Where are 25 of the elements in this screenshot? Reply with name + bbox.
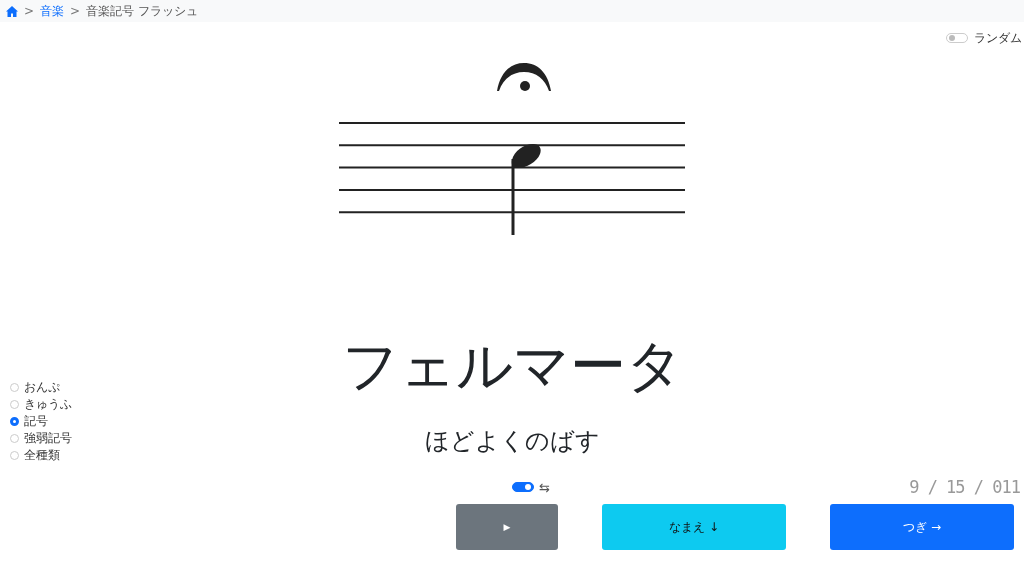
play-button[interactable]: ▶ xyxy=(456,504,558,550)
radio-button[interactable] xyxy=(10,417,19,426)
home-icon[interactable] xyxy=(6,5,18,17)
separator: > xyxy=(70,4,81,18)
breadcrumb-link[interactable]: 音楽 xyxy=(40,2,65,20)
radio-button[interactable] xyxy=(10,451,19,460)
category-option[interactable]: おんぷ xyxy=(10,379,342,396)
next-button[interactable]: つぎ → xyxy=(830,504,1014,550)
category-option[interactable]: 強弱記号 xyxy=(10,430,342,447)
random-label: ランダム xyxy=(974,29,1022,47)
reveal-name-button[interactable]: なまえ ↓ xyxy=(602,504,786,550)
symbol-name: フェルマータ xyxy=(341,332,683,400)
radio-button[interactable] xyxy=(10,383,19,392)
radio-button[interactable] xyxy=(10,400,19,409)
symbol-meaning: ほどよくのばす xyxy=(424,427,600,456)
category-option[interactable]: 全種類 xyxy=(10,447,342,464)
category-option[interactable]: きゅうふ xyxy=(10,396,342,413)
breadcrumb-current: 音楽記号 フラッシュ xyxy=(86,2,198,20)
swap-icon[interactable]: ⇆ xyxy=(539,479,550,495)
category-option[interactable]: 記号 xyxy=(10,413,342,430)
toggle-switch[interactable] xyxy=(512,482,534,492)
toggle-switch[interactable] xyxy=(946,33,968,43)
card-counter: 9 / 15 / 011 xyxy=(909,477,1020,497)
separator: > xyxy=(24,4,35,18)
radio-button[interactable] xyxy=(10,434,19,443)
